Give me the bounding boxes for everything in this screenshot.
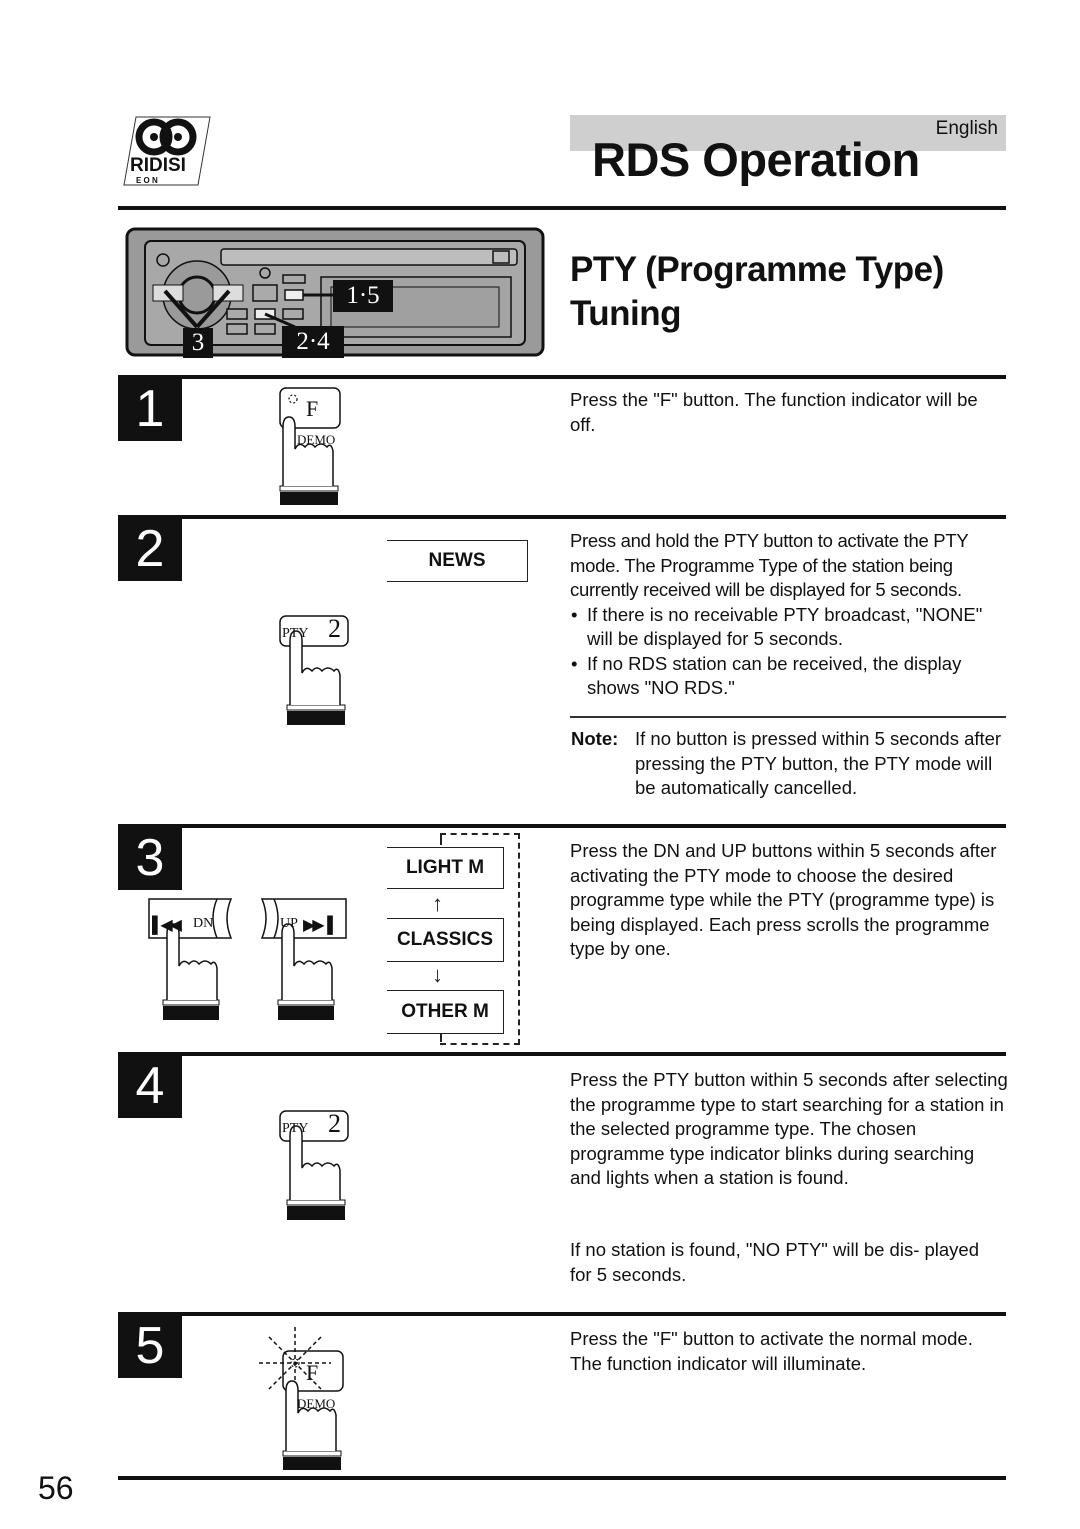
step-4-text: Press the PTY button within 5 seconds af…	[570, 1069, 1008, 1188]
step-1-text: Press the "F" button. The function indic…	[570, 389, 978, 435]
step-4-divider	[118, 1052, 1006, 1056]
f-button-label: F	[306, 1360, 319, 1385]
step-5-divider	[118, 1312, 1006, 1316]
demo-label: DEMO	[297, 432, 336, 447]
page-title: RDS Operation	[592, 133, 920, 186]
step-2-text: Press and hold the PTY button to activat…	[570, 529, 1010, 701]
step-5-number: 5	[118, 1314, 182, 1378]
pty-button-label: PTY	[282, 1121, 309, 1136]
arrow-down-icon: ↓	[432, 962, 443, 987]
pty-button-number: 2	[328, 614, 341, 643]
step-1-divider	[118, 375, 1006, 379]
display-classics: CLASSICS	[387, 918, 504, 962]
callout-2-4: 2·4	[282, 326, 344, 358]
pty-button-number: 2	[328, 1109, 341, 1138]
callout-1-5: 1·5	[333, 280, 393, 312]
step-2-bullet: If no RDS station can be received, the d…	[570, 652, 1010, 701]
note-text: If no button is pressed within 5 seconds…	[635, 728, 1002, 798]
f-button-label: F	[306, 396, 319, 421]
step-2-divider	[118, 515, 1006, 519]
display-news: NEWS	[387, 540, 528, 582]
pty-button-label: PTY	[282, 626, 309, 641]
step-4-text-2: If no station is found, "NO PTY" will be…	[570, 1239, 980, 1285]
header-divider	[118, 206, 1006, 210]
step-5-text: Press the "F" button to activate the nor…	[570, 1328, 973, 1374]
step-3-text: Press the DN and UP buttons within 5 sec…	[570, 840, 997, 959]
page-number: 56	[38, 1470, 74, 1506]
skip-back-icon: ▌◀◀	[152, 917, 182, 934]
note-label: Note:	[571, 728, 619, 749]
callout-3: 3	[183, 328, 213, 358]
dn-button-label: DN	[193, 916, 214, 931]
rds-eon-logo: RIDISI E O N	[122, 115, 212, 187]
display-light-m: LIGHT M	[387, 847, 504, 889]
note-divider	[570, 716, 1006, 718]
cycle-dashed-left-top	[440, 833, 442, 845]
step-2-number: 2	[118, 517, 182, 581]
skip-forward-icon: ▶▶▐	[303, 917, 333, 934]
step-3-number: 3	[118, 826, 182, 890]
step-2-bullet: If there is no receivable PTY broadcast,…	[570, 603, 1010, 652]
up-button-label: UP	[280, 916, 298, 931]
svg-text:E O N: E O N	[136, 176, 158, 185]
svg-text:RIDISI: RIDISI	[130, 155, 186, 176]
demo-label: DEMO	[297, 1396, 336, 1411]
language-label: English	[935, 118, 998, 139]
section-title: PTY (Programme Type) Tuning	[570, 248, 944, 336]
step-3-divider	[118, 824, 1006, 828]
step-1-number: 1	[118, 377, 182, 441]
arrow-up-icon: ↑	[432, 891, 443, 916]
section-title-line2: Tuning	[570, 294, 682, 333]
display-other-m: OTHER M	[387, 990, 504, 1034]
section-title-line1: PTY (Programme Type)	[570, 250, 944, 289]
step-4-number: 4	[118, 1054, 182, 1118]
step-2-paragraph: Press and hold the PTY button to activat…	[570, 530, 969, 600]
footer-divider	[118, 1476, 1006, 1480]
